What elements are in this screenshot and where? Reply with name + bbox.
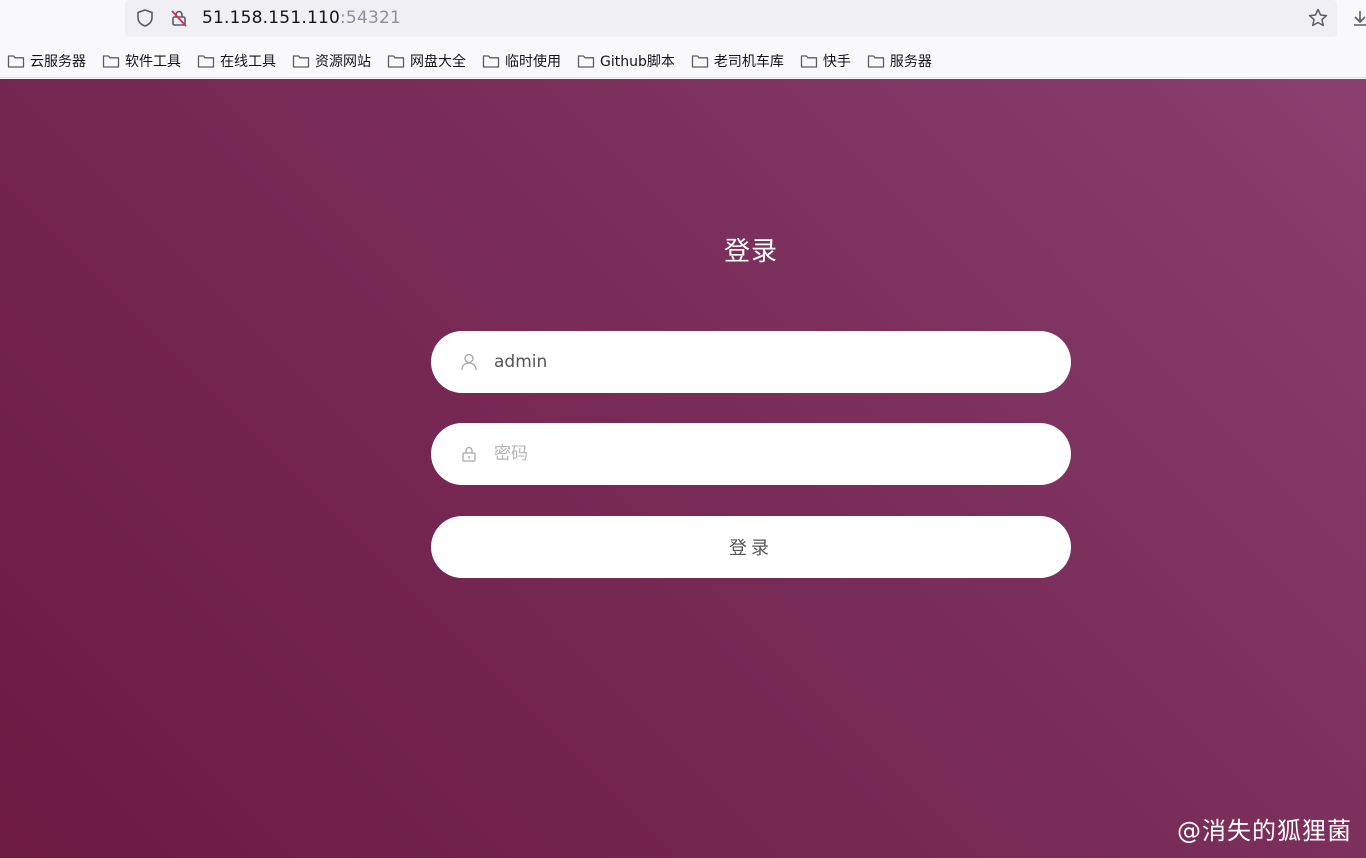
bookmark-folder[interactable]: 服务器 — [867, 51, 932, 71]
bookmark-folder[interactable]: Github脚本 — [577, 51, 675, 71]
bookmark-folder[interactable]: 在线工具 — [197, 51, 276, 71]
login-button[interactable]: 登录 — [431, 516, 1071, 578]
address-bar[interactable]: 51.158.151.110:54321 — [125, 0, 1337, 37]
bookmark-label: 服务器 — [889, 53, 932, 70]
login-title: 登录 — [723, 237, 778, 267]
folder-icon — [482, 54, 500, 68]
bookmark-label: 老司机车库 — [713, 53, 784, 70]
bookmark-label: 临时使用 — [505, 53, 561, 70]
bookmark-star-icon[interactable] — [1307, 7, 1329, 29]
url-host: 51.158.151.110 — [202, 8, 340, 28]
user-icon — [459, 352, 479, 372]
password-field[interactable] — [431, 423, 1071, 485]
insecure-lock-icon[interactable] — [169, 8, 189, 28]
login-page: 登录 登录 @消失的狐狸菌 — [0, 79, 1366, 858]
url-port: :54321 — [340, 8, 402, 28]
url-text[interactable]: 51.158.151.110:54321 — [202, 8, 401, 28]
bookmark-folder[interactable]: 资源网站 — [292, 51, 371, 71]
folder-icon — [7, 54, 25, 68]
password-input[interactable] — [494, 423, 1054, 485]
folder-icon — [867, 54, 885, 68]
download-icon[interactable] — [1352, 8, 1366, 28]
folder-icon — [800, 54, 818, 68]
bookmark-label: 资源网站 — [315, 53, 371, 70]
folder-icon — [102, 54, 120, 68]
username-field[interactable] — [431, 331, 1071, 393]
browser-toolbar: 51.158.151.110:54321 — [0, 0, 1366, 40]
bookmarks-bar: 云服务器 软件工具 在线工具 资源网站 网盘大全 临时使用 Github脚本 老司机车库 快手 服… — [0, 44, 1366, 78]
username-input[interactable] — [494, 331, 1054, 393]
bookmark-label: 网盘大全 — [410, 53, 466, 70]
bookmark-folder[interactable]: 软件工具 — [102, 51, 181, 71]
bookmark-folder[interactable]: 老司机车库 — [691, 51, 784, 71]
bookmark-folder[interactable]: 快手 — [800, 51, 851, 71]
bookmark-label: 软件工具 — [125, 53, 181, 70]
folder-icon — [197, 54, 215, 68]
bookmark-folder[interactable]: 临时使用 — [482, 51, 561, 71]
watermark: @消失的狐狸菌 — [1177, 817, 1352, 845]
folder-icon — [691, 54, 709, 68]
bookmark-label: 云服务器 — [30, 53, 86, 70]
shield-icon[interactable] — [135, 8, 155, 28]
lock-icon — [459, 444, 479, 464]
bookmark-folder[interactable]: 云服务器 — [7, 51, 86, 71]
folder-icon — [387, 54, 405, 68]
bookmark-label: Github脚本 — [600, 53, 675, 70]
bookmark-folder[interactable]: 网盘大全 — [387, 51, 466, 71]
folder-icon — [292, 54, 310, 68]
bookmark-label: 快手 — [822, 53, 851, 70]
bookmark-label: 在线工具 — [220, 53, 276, 70]
folder-icon — [577, 54, 595, 68]
